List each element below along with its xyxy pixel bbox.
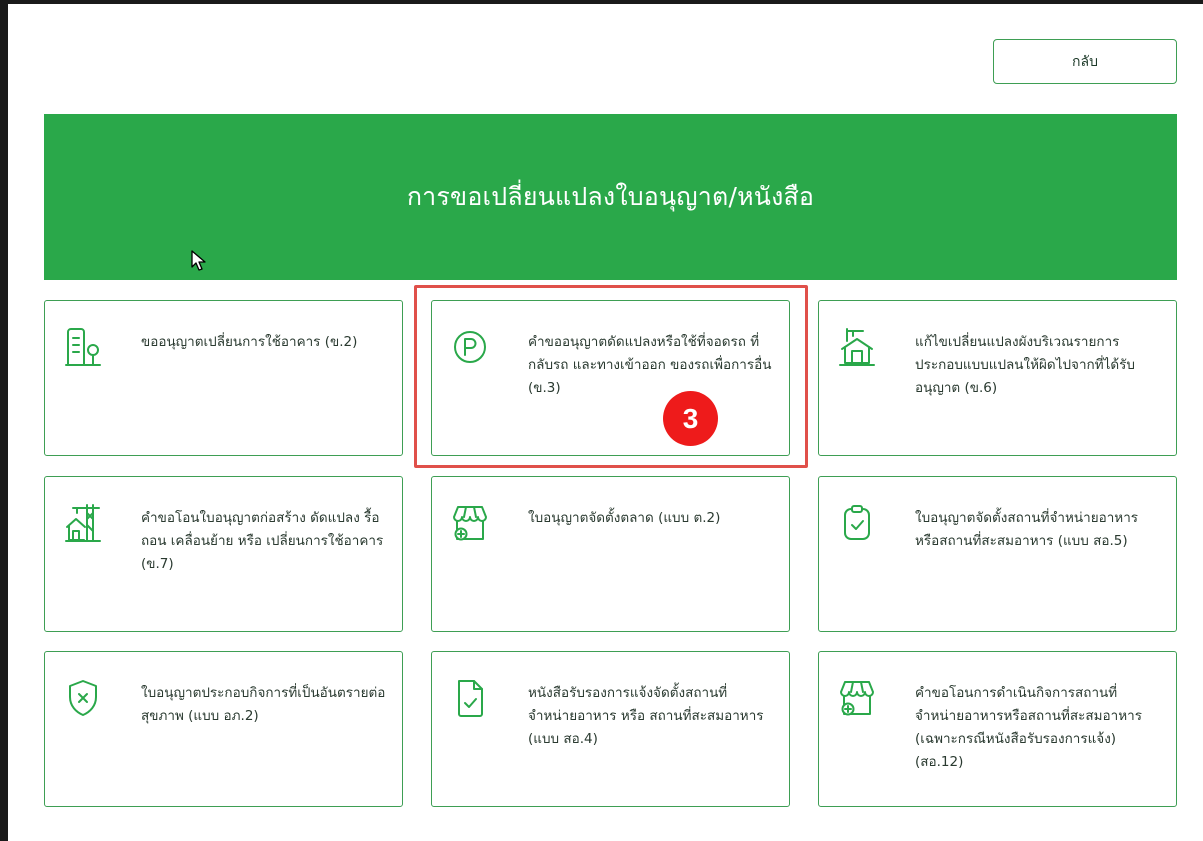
card-label: ขออนุญาตเปลี่ยนการใช้อาคาร (ข.2) [141,334,358,350]
step-number: 3 [682,402,699,434]
page-banner: การขอเปลี่ยนแปลงใบอนุญาต/หนังสือ [44,114,1177,280]
page-title: การขอเปลี่ยนแปลงใบอนุญาต/หนังสือ [406,182,815,211]
window-frame-top [0,0,1203,4]
market-stall-add-icon [840,681,874,716]
card-label: คำขอโอนใบอนุญาตก่อสร้าง ดัดแปลง รื้อถอน … [141,510,384,572]
card-label: หนังสือรับรองการแจ้งจัดตั้งสถานที่จำหน่า… [528,685,764,747]
back-button-label: กลับ [1072,53,1098,70]
card-label: ใบอนุญาตประกอบกิจการที่เป็นอันตรายต่อสุข… [141,685,386,724]
card-change-building-use[interactable]: ขออนุญาตเปลี่ยนการใช้อาคาร (ข.2) [44,300,403,456]
construction-crane-icon [65,504,101,542]
document-check-icon [458,680,483,717]
card-label: แก้ไขเปลี่ยนแปลงผังบริเวณรายการประกอบแบบ… [915,334,1136,396]
back-button[interactable]: กลับ [993,39,1177,84]
window-frame-left [0,0,8,841]
house-crane-icon [839,328,875,366]
card-label: คำขอโอนการดำเนินกิจการสถานที่จำหน่ายอาหา… [915,685,1142,770]
card-transfer-construction-permit[interactable]: คำขอโอนใบอนุญาตก่อสร้าง ดัดแปลง รื้อถอน … [44,476,403,632]
building-icon [65,328,101,366]
card-site-plan-amendment[interactable]: แก้ไขเปลี่ยนแปลงผังบริเวณรายการประกอบแบบ… [818,300,1177,456]
card-transfer-food-business[interactable]: คำขอโอนการดำเนินกิจการสถานที่จำหน่ายอาหา… [818,651,1177,807]
card-food-premises-license[interactable]: ใบอนุญาตจัดตั้งสถานที่จำหน่ายอาหาร หรือส… [818,476,1177,632]
clipboard-check-icon [844,505,870,540]
parking-icon [454,331,486,363]
card-label: คำขออนุญาตดัดแปลงหรือใช้ที่จอดรถ ที่กลับ… [528,334,772,396]
card-health-hazard-license[interactable]: ใบอนุญาตประกอบกิจการที่เป็นอันตรายต่อสุข… [44,651,403,807]
card-market-license[interactable]: ใบอนุญาตจัดตั้งตลาด (แบบ ต.2) [431,476,790,632]
card-label: ใบอนุญาตจัดตั้งตลาด (แบบ ต.2) [528,510,721,526]
mouse-cursor-icon [191,250,206,271]
step-badge: 3 [663,391,718,446]
card-parking-modification[interactable]: คำขออนุญาตดัดแปลงหรือใช้ที่จอดรถ ที่กลับ… [431,300,790,456]
card-label: ใบอนุญาตจัดตั้งสถานที่จำหน่ายอาหาร หรือส… [915,510,1139,549]
market-stall-icon [453,506,487,541]
card-food-notification-certificate[interactable]: หนังสือรับรองการแจ้งจัดตั้งสถานที่จำหน่า… [431,651,790,807]
shield-x-icon [69,680,97,716]
